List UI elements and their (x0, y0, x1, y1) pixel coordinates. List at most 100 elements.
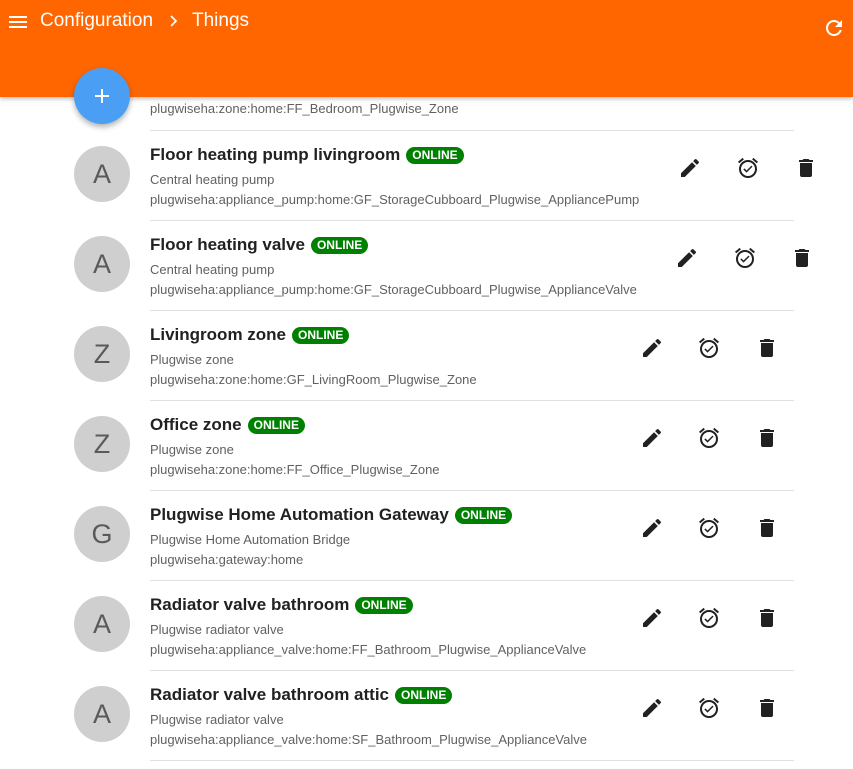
pencil-icon (678, 248, 697, 267)
status-badge: ONLINE (310, 236, 369, 254)
thing-avatar: A (74, 686, 130, 742)
thing-title: Plugwise Home Automation Gateway ONLINE (150, 505, 513, 525)
row-divider (150, 400, 794, 401)
thing-name[interactable]: Floor heating pump livingroom (150, 145, 400, 165)
delete-button[interactable] (794, 156, 818, 180)
thing-uid: plugwiseha:appliance_pump:home:GF_Storag… (150, 192, 640, 207)
thing-uid: plugwiseha:appliance_pump:home:GF_Storag… (150, 282, 637, 297)
thing-uid: plugwiseha:appliance_valve:home:SF_Bathr… (150, 732, 587, 747)
thing-name[interactable]: Office zone (150, 415, 242, 435)
thing-type: Plugwise zone (150, 352, 234, 367)
pencil-icon (681, 158, 700, 177)
thing-avatar: Z (74, 326, 130, 382)
delete-button[interactable] (755, 606, 779, 630)
edit-button[interactable] (640, 426, 664, 450)
breadcrumb-things: Things (192, 10, 250, 31)
status-badge: ONLINE (395, 686, 453, 704)
thing-name[interactable]: Floor heating valve (150, 235, 305, 255)
pencil-icon (643, 338, 662, 357)
delete-button[interactable] (755, 336, 779, 360)
schedule-button[interactable] (733, 246, 757, 270)
thing-title: Office zone ONLINE (150, 415, 305, 435)
status-badge: ONLINE (292, 326, 350, 344)
thing-avatar: Z (74, 416, 130, 472)
row-divider (150, 760, 794, 761)
schedule-button[interactable] (697, 426, 721, 450)
schedule-button[interactable] (697, 696, 721, 720)
status-badge: ONLINE (454, 506, 513, 524)
thing-uid: plugwiseha:appliance_valve:home:FF_Bathr… (150, 642, 587, 657)
thing-title: Radiator valve bathroom attic ONLINE (150, 685, 453, 705)
trash-icon (760, 699, 774, 717)
edit-button[interactable] (640, 336, 664, 360)
thing-type: Central heating pump (150, 262, 275, 277)
thing-name[interactable]: Livingroom zone (150, 325, 286, 345)
menu-icon[interactable] (6, 10, 30, 34)
schedule-button[interactable] (736, 156, 760, 180)
thing-type: Plugwise Home Automation Bridge (150, 532, 351, 547)
thing-avatar: G (74, 506, 130, 562)
partial-row-uid: plugwiseha:zone:home:FF_Bedroom_Plugwise… (150, 101, 459, 116)
alarm-clock-icon (699, 427, 719, 449)
status-badge: ONLINE (406, 146, 464, 164)
trash-icon (760, 519, 774, 537)
thing-type: Plugwise radiator valve (150, 622, 284, 637)
thing-title: Livingroom zone ONLINE (150, 325, 350, 345)
thing-avatar: A (74, 236, 130, 292)
refresh-icon[interactable] (822, 16, 846, 40)
thing-uid: plugwiseha:zone:home:FF_Office_Plugwise_… (150, 462, 440, 477)
trash-icon (760, 609, 774, 627)
thing-avatar: A (74, 596, 130, 652)
thing-title: Floor heating valve ONLINE (150, 235, 369, 255)
alarm-clock-icon (699, 607, 719, 629)
edit-button[interactable] (678, 156, 702, 180)
delete-button[interactable] (790, 246, 814, 270)
add-thing-button[interactable] (74, 68, 130, 124)
edit-button[interactable] (675, 246, 699, 270)
row-divider (150, 580, 794, 581)
delete-button[interactable] (755, 696, 779, 720)
delete-button[interactable] (755, 426, 779, 450)
schedule-button[interactable] (697, 516, 721, 540)
row-divider (150, 220, 794, 221)
row-divider (150, 310, 794, 311)
edit-button[interactable] (640, 516, 664, 540)
schedule-button[interactable] (697, 336, 721, 360)
alarm-clock-icon (699, 517, 719, 539)
thing-type: Plugwise radiator valve (150, 712, 284, 727)
status-badge: ONLINE (247, 416, 305, 434)
row-divider (150, 490, 794, 491)
breadcrumb-configuration[interactable]: Configuration (40, 9, 153, 33)
pencil-icon (643, 518, 662, 537)
thing-type: Central heating pump (150, 172, 275, 187)
trash-icon (795, 249, 809, 267)
alarm-clock-icon (735, 247, 755, 269)
thing-uid: plugwiseha:gateway:home (150, 552, 304, 567)
delete-button[interactable] (755, 516, 779, 540)
pencil-icon (643, 698, 662, 717)
alarm-clock-icon (738, 157, 758, 179)
chevron-right-icon (166, 11, 182, 31)
pencil-icon (643, 428, 662, 447)
app-header: Configuration Things (0, 0, 853, 97)
thing-name[interactable]: Plugwise Home Automation Gateway (150, 505, 449, 525)
thing-name[interactable]: Radiator valve bathroom (150, 595, 349, 615)
edit-button[interactable] (640, 606, 664, 630)
trash-icon (799, 159, 813, 177)
pencil-icon (643, 608, 662, 627)
alarm-clock-icon (699, 697, 719, 719)
thing-name[interactable]: Radiator valve bathroom attic (150, 685, 389, 705)
thing-title: Floor heating pump livingroom ONLINE (150, 145, 464, 165)
thing-uid: plugwiseha:zone:home:GF_LivingRoom_Plugw… (150, 372, 477, 387)
row-divider (150, 130, 794, 131)
trash-icon (760, 339, 774, 357)
thing-type: Plugwise zone (150, 442, 234, 457)
plus-icon (95, 89, 109, 103)
schedule-button[interactable] (697, 606, 721, 630)
alarm-clock-icon (699, 337, 719, 359)
trash-icon (760, 429, 774, 447)
row-divider (150, 670, 794, 671)
thing-avatar: A (74, 146, 130, 202)
edit-button[interactable] (640, 696, 664, 720)
status-badge: ONLINE (355, 596, 413, 614)
